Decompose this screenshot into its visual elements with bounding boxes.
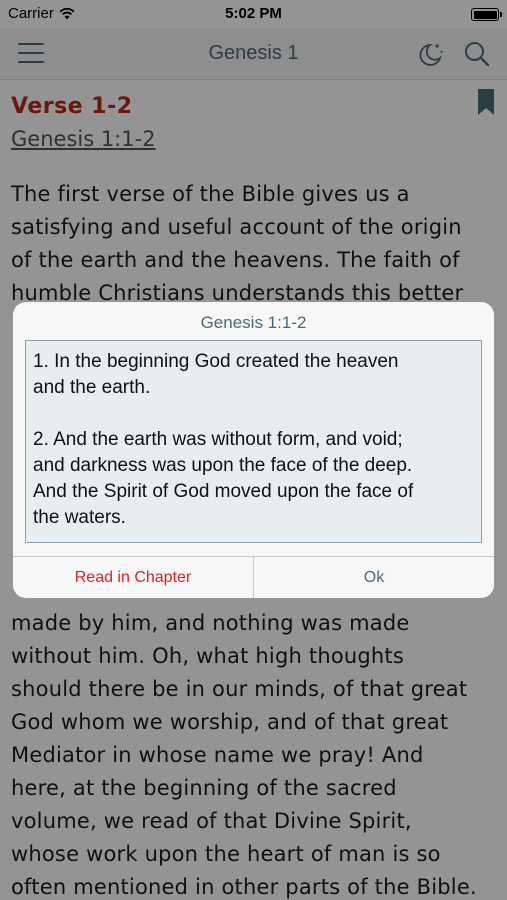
verse-2-text: 2. And the earth was without form, and v… xyxy=(33,429,414,528)
read-in-chapter-button[interactable]: Read in Chapter xyxy=(13,557,253,598)
dialog-title: Genesis 1:1-2 xyxy=(200,313,307,332)
ok-button[interactable]: Ok xyxy=(253,557,494,598)
verse-text-box[interactable]: 1. In the beginning God created the heav… xyxy=(25,340,482,543)
verse-1-text: 1. In the beginning God created the heav… xyxy=(33,351,399,398)
dialog-actions: Read in Chapter Ok xyxy=(13,556,494,598)
verse-dialog: Genesis 1:1-2 1. In the beginning God cr… xyxy=(13,302,494,598)
